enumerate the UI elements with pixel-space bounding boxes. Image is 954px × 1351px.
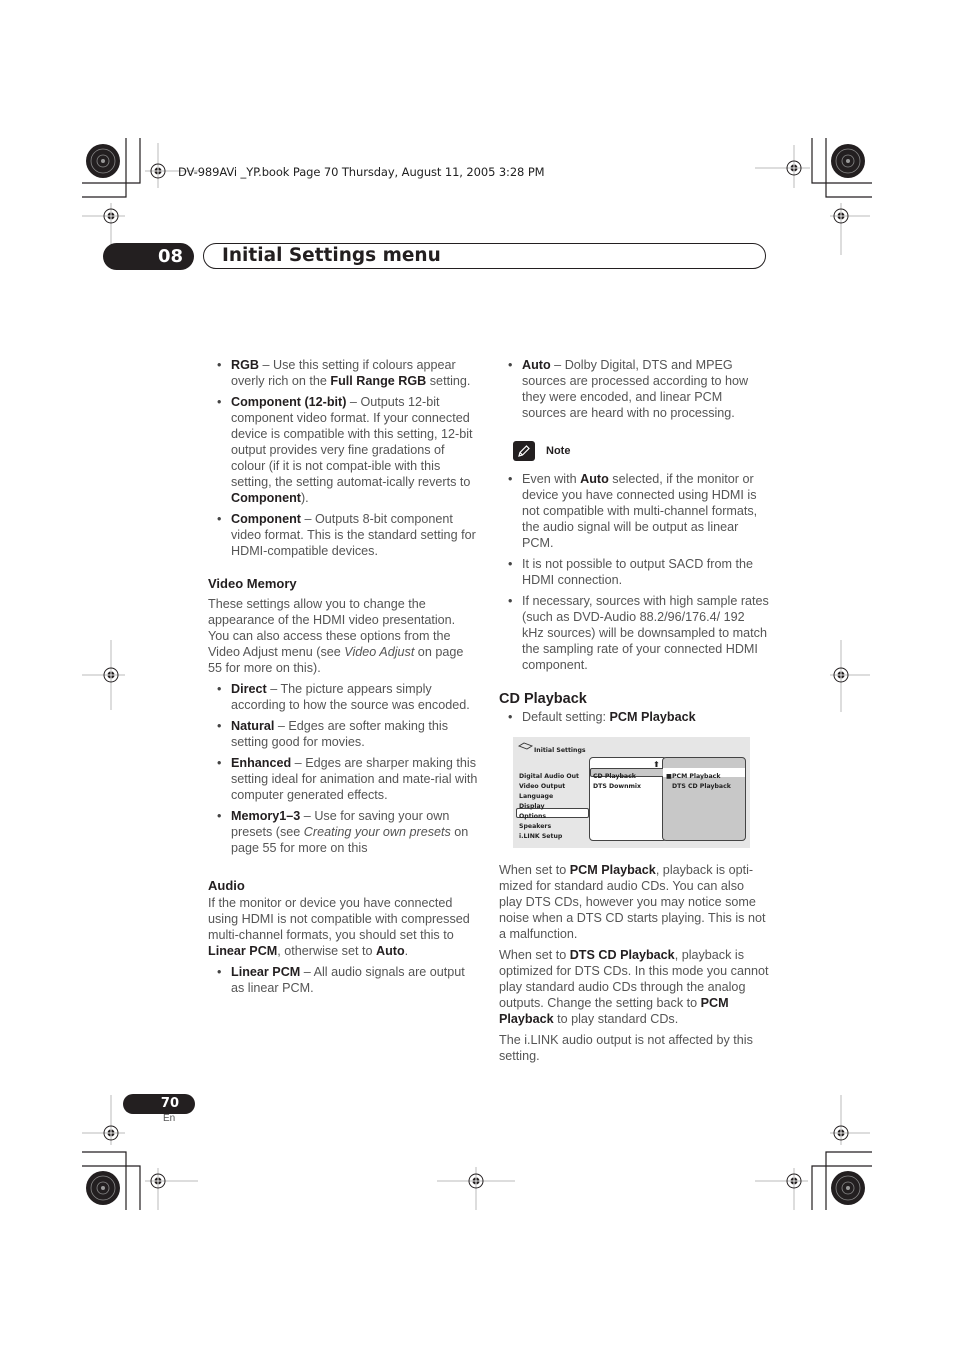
- term: Auto: [522, 358, 551, 372]
- osd-title: Initial Settings: [534, 747, 586, 754]
- term: DTS CD Playback: [569, 948, 675, 962]
- term: Linear PCM: [231, 965, 301, 979]
- term: Auto: [580, 472, 609, 486]
- osd-submenu-item: DTS Downmix: [593, 783, 642, 790]
- osd-selected-marker: ■: [666, 773, 672, 780]
- text: .: [404, 944, 409, 958]
- text: Default setting:: [522, 710, 610, 724]
- note-header: Note: [513, 441, 769, 461]
- note-item: Even with Auto selected, if the monitor …: [499, 471, 769, 551]
- note-label: Note: [546, 445, 571, 457]
- osd-option: DTS CD Playback: [672, 783, 731, 790]
- text: ).: [300, 491, 309, 505]
- term: Auto: [375, 944, 405, 958]
- term: RGB: [231, 358, 259, 372]
- text: , otherwise set to: [277, 944, 376, 958]
- text: When set to: [499, 863, 570, 877]
- list-item: Component (12-bit) – Outputs 12-bit comp…: [208, 394, 478, 506]
- section-heading-video-memory: Video Memory: [208, 576, 297, 591]
- text: to play standard CDs.: [553, 1012, 679, 1026]
- term: Enhanced: [231, 756, 292, 770]
- osd-menu-item: i.LINK Setup: [519, 833, 563, 840]
- term: Natural: [231, 719, 275, 733]
- right-column: Auto – Dolby Digital, DTS and MPEG sourc…: [499, 357, 769, 1069]
- note-item: If necessary, sources with high sample r…: [499, 593, 769, 673]
- osd-screenshot: Initial Settings ⬆ Digital Audio Out Vid…: [513, 737, 750, 848]
- text: If the monitor or device you have connec…: [208, 896, 470, 942]
- list-item: Linear PCM – All audio signals are outpu…: [208, 964, 478, 996]
- audio-intro: If the monitor or device you have connec…: [208, 895, 478, 959]
- list-item: Memory1–3 – Use for saving your own pres…: [208, 808, 478, 856]
- cd-playback-para-2: When set to DTS CD Playback, playback is…: [499, 947, 769, 1027]
- up-arrow-icon: ⬆: [653, 760, 660, 769]
- term: Component: [231, 491, 301, 505]
- cross-reference: Video Adjust: [344, 645, 415, 659]
- default-value: PCM Playback: [609, 710, 696, 724]
- section-heading-cd-playback: CD Playback: [499, 691, 587, 707]
- default-setting: Default setting: PCM Playback: [499, 709, 769, 725]
- cd-playback-para-1: When set to PCM Playback, playback is op…: [499, 862, 769, 942]
- list-item: Enhanced – Edges are sharper making this…: [208, 755, 478, 803]
- text: Even with: [522, 472, 581, 486]
- list-item: Auto – Dolby Digital, DTS and MPEG sourc…: [499, 357, 769, 421]
- text: – Outputs 12-bit component video format.…: [231, 395, 473, 489]
- term: Full Range RGB: [330, 374, 427, 388]
- page-number: 70: [123, 1094, 195, 1114]
- term: Linear PCM: [208, 944, 278, 958]
- text: If necessary, sources with high sample r…: [522, 594, 769, 672]
- list-item: Direct – The picture appears simply acco…: [208, 681, 478, 713]
- term: Component: [231, 512, 301, 526]
- print-header: DV-989AVi _YP.book Page 70 Thursday, Aug…: [178, 165, 545, 179]
- page-title: Initial Settings menu: [222, 245, 441, 266]
- section-heading-audio: Audio: [208, 878, 245, 893]
- list-item: RGB – Use this setting if colours appear…: [208, 357, 478, 389]
- list-item: Natural – Edges are softer making this s…: [208, 718, 478, 750]
- video-memory-intro: These settings allow you to change the a…: [208, 596, 478, 676]
- text: setting.: [426, 374, 471, 388]
- text: – Dolby Digital, DTS and MPEG sources ar…: [522, 358, 749, 420]
- term: Component (12-bit): [231, 395, 347, 409]
- term: PCM Playback: [569, 863, 656, 877]
- list-item: Component – Outputs 8-bit component vide…: [208, 511, 478, 559]
- chapter-number: 08: [103, 243, 194, 270]
- cross-reference: Creating your own presets: [303, 825, 451, 839]
- cd-playback-para-3: The i.LINK audio output is not affected …: [499, 1033, 753, 1063]
- term: Direct: [231, 682, 267, 696]
- pencil-icon: [513, 441, 535, 461]
- left-column: RGB – Use this setting if colours appear…: [208, 357, 478, 1001]
- page-language: En: [163, 1113, 176, 1124]
- text: When set to: [499, 948, 570, 962]
- note-item: It is not possible to output SACD from t…: [499, 556, 769, 588]
- disc-icon: [518, 742, 533, 750]
- term: Memory1–3: [231, 809, 301, 823]
- text: It is not possible to output SACD from t…: [522, 557, 753, 587]
- text: – The picture appears simply according t…: [231, 682, 470, 712]
